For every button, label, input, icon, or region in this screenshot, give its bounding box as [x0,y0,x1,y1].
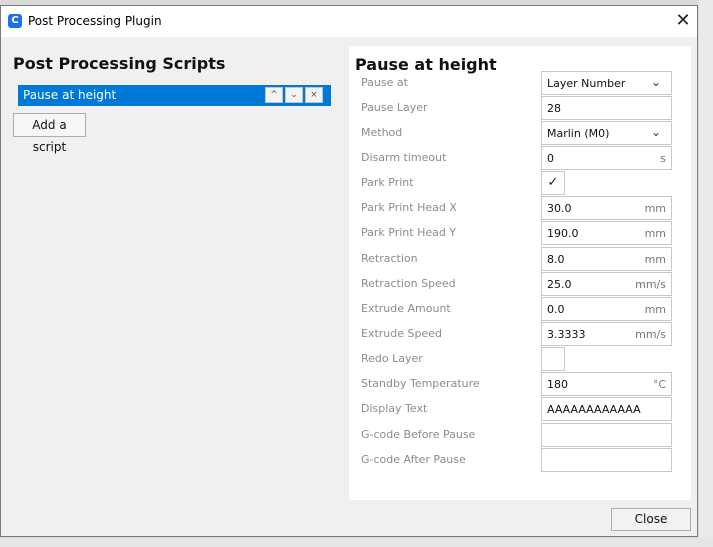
setting-input[interactable]: 30.0 mm [541,196,672,220]
background-strip-bottom [0,538,713,547]
background-strip-right [699,0,713,547]
close-window-icon[interactable]: ✕ [671,9,695,33]
settings-panel: Pause at height Pause at Layer Number ⌄ Pau… [349,46,691,500]
setting-label: Disarm timeout [361,151,447,164]
setting-unit: mm [644,303,666,316]
setting-input[interactable]: 190.0 mm [541,221,672,245]
setting-checkbox[interactable] [541,347,565,371]
setting-label: Redo Layer [361,352,423,365]
setting-value: Marlin (M0) [547,127,610,140]
window-title: Post Processing Plugin [28,14,162,28]
setting-value: AAAAAAAAAAAA [547,403,641,416]
setting-input[interactable]: AAAAAAAAAAAA [541,397,672,421]
setting-value: 0 [547,152,554,165]
chevron-down-icon: ⌄ [650,125,661,139]
setting-value: 0.0 [547,303,565,316]
settings-title: Pause at height [355,55,497,74]
setting-input[interactable]: 28 [541,96,672,120]
move-up-icon[interactable]: ^ [265,87,283,103]
setting-label: Pause at [361,76,408,89]
title-bar: C Post Processing Plugin ✕ [1,6,697,37]
setting-label: G-code Before Pause [361,428,476,441]
setting-input[interactable]: 25.0 mm/s [541,272,672,296]
setting-label: G-code After Pause [361,453,466,466]
setting-unit: mm [644,227,666,240]
setting-value: 190.0 [547,227,579,240]
setting-input[interactable] [541,423,672,447]
setting-label: Pause Layer [361,101,428,114]
setting-input[interactable]: 180 °C [541,372,672,396]
setting-dropdown[interactable]: Layer Number ⌄ [541,71,672,95]
setting-value: 8.0 [547,253,565,266]
script-label: Pause at height [23,88,117,102]
remove-script-icon[interactable]: × [305,87,323,103]
setting-label: Display Text [361,402,428,415]
setting-value: Layer Number [547,77,626,90]
setting-input[interactable]: 8.0 mm [541,247,672,271]
setting-input[interactable] [541,448,672,472]
setting-unit: s [660,152,666,165]
setting-value: 28 [547,102,561,115]
setting-input[interactable]: 3.3333 mm/s [541,322,672,346]
setting-input[interactable]: 0s [541,146,672,170]
setting-checkbox[interactable]: ✓ [541,171,565,195]
setting-label: Method [361,126,403,139]
setting-unit: mm/s [635,328,666,341]
setting-label: Park Print Head Y [361,226,457,239]
setting-label: Extrude Speed [361,327,442,340]
setting-value: 30.0 [547,202,572,215]
setting-unit: mm [644,253,666,266]
close-button[interactable]: Close [611,508,691,531]
setting-unit: mm/s [635,278,666,291]
setting-label: Retraction Speed [361,277,456,290]
setting-unit: mm [644,202,666,215]
setting-label: Retraction [361,252,418,265]
setting-value: 25.0 [547,278,572,291]
setting-label: Park Print Head X [361,201,457,214]
setting-unit: °C [652,378,666,391]
move-down-icon[interactable]: ⌄ [285,87,303,103]
chevron-down-icon: ⌄ [650,75,661,89]
setting-value: 180 [547,378,568,391]
setting-label: Standby Temperature [361,377,480,390]
setting-dropdown[interactable]: Marlin (M0) ⌄ [541,121,672,145]
post-processing-dialog: C Post Processing Plugin ✕ Post Processi… [0,5,698,537]
scripts-heading: Post Processing Scripts [13,54,226,73]
cura-app-icon: C [8,14,22,28]
script-list-item[interactable]: Pause at height ^ ⌄ × [18,85,331,106]
setting-label: Park Print [361,176,414,189]
add-script-button[interactable]: Add a script [13,113,86,154]
setting-label: Extrude Amount [361,302,451,315]
setting-value: 3.3333 [547,328,586,341]
setting-input[interactable]: 0.0 mm [541,297,672,321]
